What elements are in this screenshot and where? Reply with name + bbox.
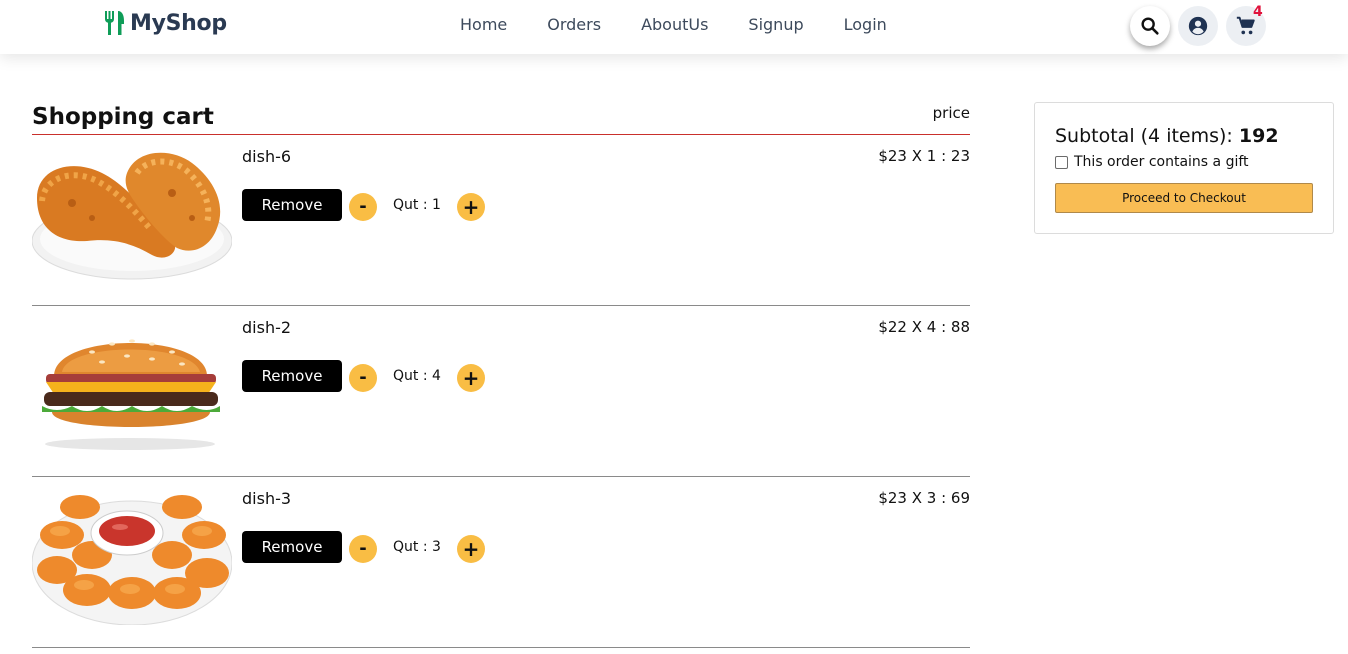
cart-header: Shopping cart price	[32, 100, 970, 135]
gift-option: This order contains a gift	[1055, 154, 1249, 170]
fried-chicken-image	[32, 152, 232, 280]
cart-item: dish-6 $23 X 1 : 23 Remove - Qut : 1 +	[32, 135, 970, 306]
fork-knife-icon	[105, 11, 124, 35]
subtotal: Subtotal (4 items): 192	[1055, 125, 1279, 147]
chicken-nuggets-image	[32, 495, 232, 625]
increase-quantity-button[interactable]: +	[457, 364, 485, 392]
navbar: MyShop Home Orders AboutUs Signup Login	[0, 0, 1348, 54]
dish-price: $22 X 4 : 88	[878, 318, 970, 336]
remove-button[interactable]: Remove	[242, 531, 342, 563]
dish-price: $23 X 3 : 69	[878, 489, 970, 507]
gift-label: This order contains a gift	[1074, 154, 1249, 170]
cart-count-badge: 4	[1253, 4, 1263, 20]
dish-name: dish-6	[242, 147, 292, 166]
subtotal-value: 192	[1238, 125, 1279, 147]
remove-button[interactable]: Remove	[242, 189, 342, 221]
cart-button[interactable]: 4	[1226, 4, 1266, 46]
search-icon	[1141, 17, 1159, 35]
cart-item: dish-3 $23 X 3 : 69 Remove - Qut : 3 +	[32, 477, 970, 648]
nav-link-signup[interactable]: Signup	[748, 15, 803, 34]
increase-quantity-button[interactable]: +	[457, 193, 485, 221]
price-column-label: price	[932, 104, 970, 122]
brand-logo[interactable]: MyShop	[103, 9, 227, 37]
dish-name: dish-3	[242, 489, 292, 508]
nav-link-orders[interactable]: Orders	[547, 15, 601, 34]
search-button[interactable]	[1130, 6, 1170, 46]
account-circle-icon	[1188, 16, 1208, 36]
quantity-text: Qut : 1	[393, 197, 441, 213]
shopping-cart: Shopping cart price dish-6 $23 X 1 : 23 …	[32, 100, 970, 648]
nav-link-home[interactable]: Home	[460, 15, 507, 34]
order-summary: Subtotal (4 items): 192 This order conta…	[1034, 102, 1334, 234]
cart-title: Shopping cart	[32, 104, 214, 130]
quantity-text: Qut : 3	[393, 539, 441, 555]
decrease-quantity-button[interactable]: -	[349, 364, 377, 392]
cart-item: dish-2 $22 X 4 : 88 Remove - Qut : 4 +	[32, 306, 970, 477]
remove-button[interactable]: Remove	[242, 360, 342, 392]
gift-checkbox[interactable]	[1055, 155, 1068, 169]
header-icons: 4	[1130, 4, 1274, 46]
dish-price: $23 X 1 : 23	[878, 147, 970, 165]
account-button[interactable]	[1178, 6, 1218, 46]
quantity-text: Qut : 4	[393, 368, 441, 384]
nav-link-aboutus[interactable]: AboutUs	[641, 15, 708, 34]
increase-quantity-button[interactable]: +	[457, 535, 485, 563]
decrease-quantity-button[interactable]: -	[349, 535, 377, 563]
decrease-quantity-button[interactable]: -	[349, 193, 377, 221]
nav-links: Home Orders AboutUs Signup Login	[460, 15, 887, 34]
burger-image	[42, 339, 220, 450]
subtotal-label: Subtotal (4 items):	[1055, 125, 1239, 147]
nav-link-login[interactable]: Login	[844, 15, 887, 34]
proceed-to-checkout-button[interactable]: Proceed to Checkout	[1055, 183, 1313, 213]
dish-name: dish-2	[242, 318, 292, 337]
brand-name: MyShop	[130, 10, 227, 36]
